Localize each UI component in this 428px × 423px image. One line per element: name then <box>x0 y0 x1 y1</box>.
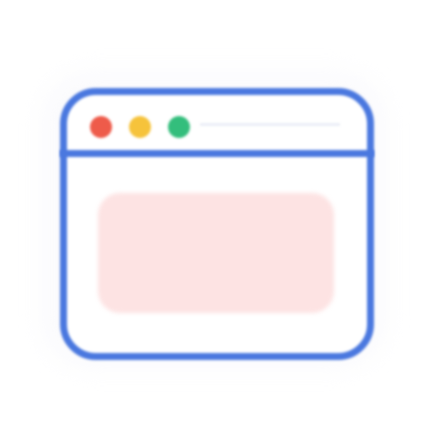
close-dot-icon <box>90 116 112 138</box>
maximize-dot-icon <box>168 116 190 138</box>
address-bar-line <box>200 123 340 126</box>
titlebar-divider <box>60 150 374 157</box>
minimize-dot-icon <box>129 116 151 138</box>
content-area-panel <box>98 193 334 313</box>
browser-window-icon <box>0 0 428 423</box>
